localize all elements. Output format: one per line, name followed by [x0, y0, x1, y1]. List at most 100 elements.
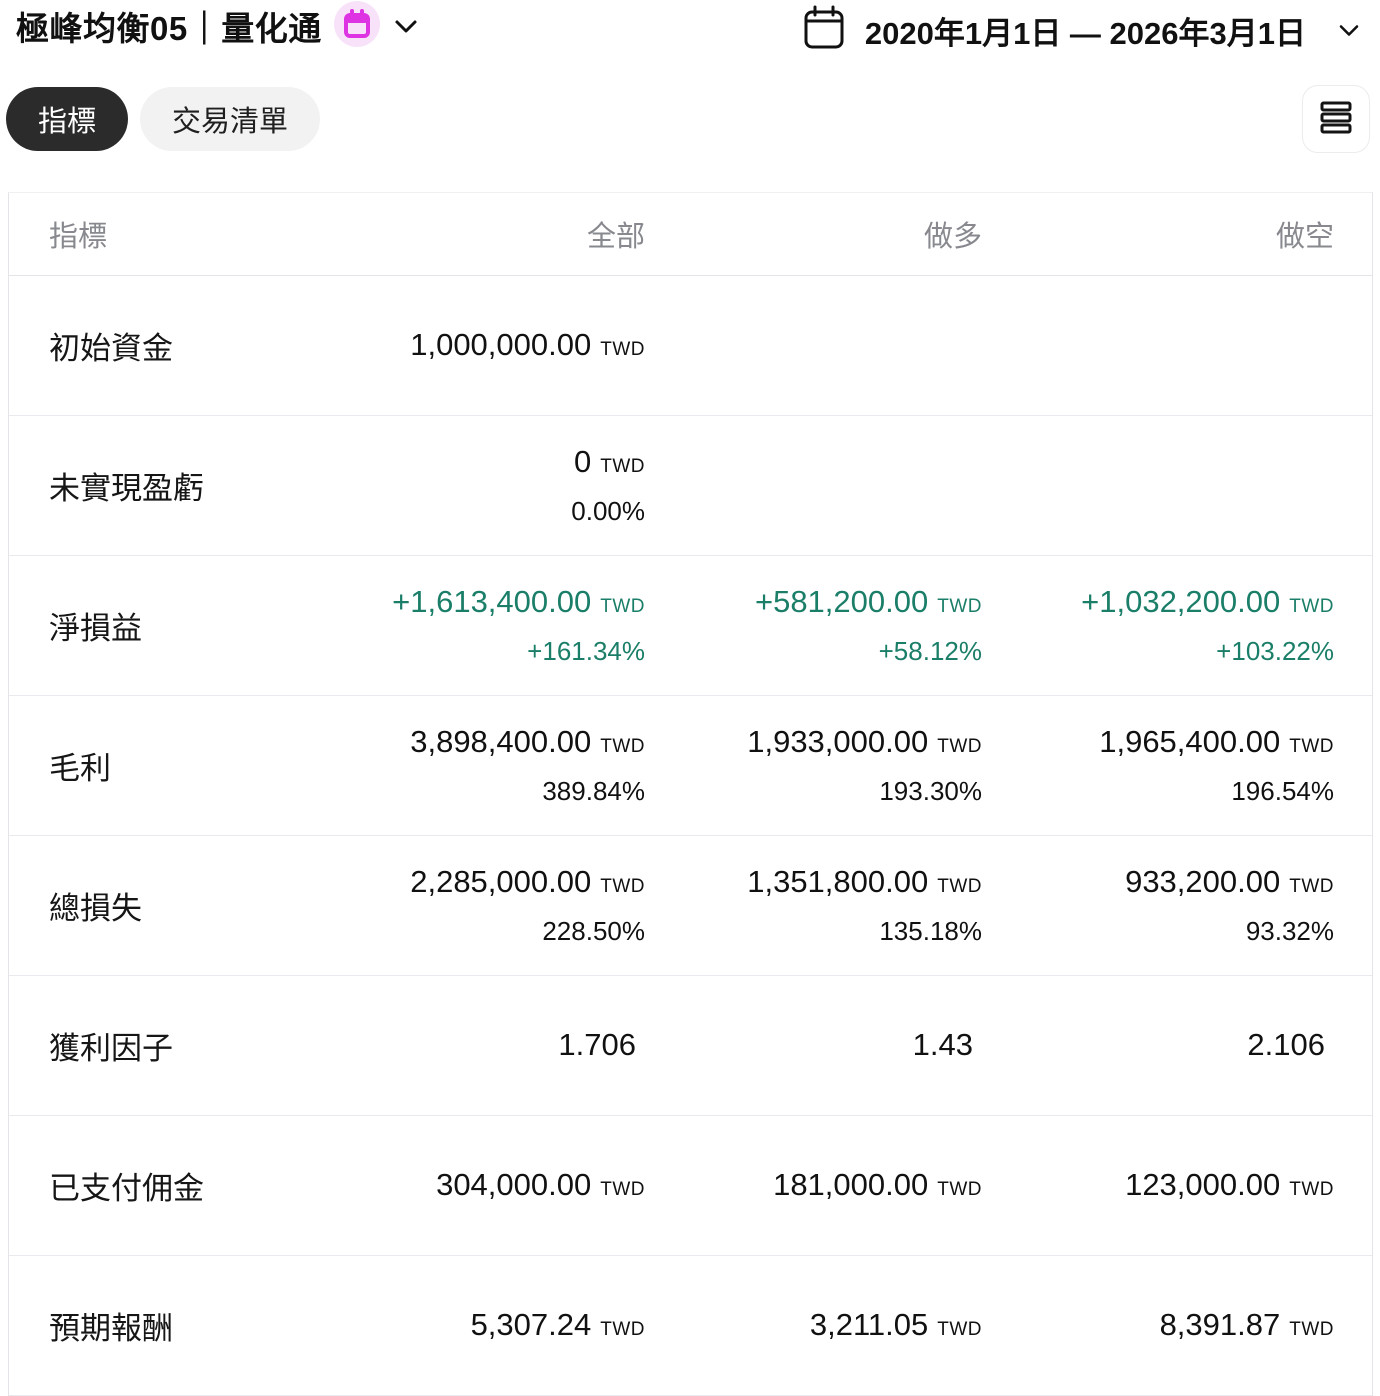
metric-value: +581,200.00	[754, 583, 929, 619]
metric-value: +1,032,200.00	[1081, 583, 1281, 619]
metric-cell-long: 181,000.00 TWD	[646, 1115, 983, 1256]
metric-unit: TWD	[937, 875, 982, 897]
column-header-metric: 指標	[9, 193, 353, 276]
metrics-table: 指標 全部 做多 做空 初始資金 1,000,000.00 TWD 未實現盈虧 0…	[8, 192, 1373, 1396]
metric-value: 181,000.00	[773, 1167, 929, 1202]
rows-list-icon	[1315, 97, 1357, 142]
metric-cell-all: 304,000.00 TWD	[353, 1115, 646, 1256]
metric-value: 1,351,800.00	[747, 863, 929, 899]
metric-value: 1,965,400.00	[1099, 723, 1281, 759]
metric-cell-all: 1,000,000.00 TWD	[353, 275, 646, 416]
metric-cell-short: +1,032,200.00 TWD +103.22%	[983, 555, 1372, 696]
tabs-row: 指標 交易清單	[6, 85, 1370, 153]
metric-value: 8,391.87	[1159, 1307, 1281, 1342]
metric-value: 2,285,000.00	[410, 863, 592, 899]
metric-cell-long	[646, 275, 983, 416]
metric-cell-short: 123,000.00 TWD	[983, 1115, 1372, 1256]
metric-unit: TWD	[600, 339, 645, 360]
metric-unit: TWD	[600, 875, 645, 897]
metric-percent: 135.18%	[879, 915, 982, 946]
metric-percent: 196.54%	[1231, 775, 1334, 806]
metric-value: 3,898,400.00	[410, 723, 592, 759]
metric-value: 1.706	[558, 1027, 636, 1062]
metric-cell-long: 3,211.05 TWD	[646, 1255, 983, 1396]
metric-percent: 389.84%	[542, 775, 645, 806]
view-toggle-button[interactable]	[1302, 85, 1370, 153]
table-row: 初始資金 1,000,000.00 TWD	[9, 275, 1372, 416]
strategy-title-group[interactable]: 極峰均衡05｜量化通	[16, 1, 418, 50]
metric-percent: 0.00%	[571, 495, 645, 526]
table-row: 淨損益 +1,613,400.00 TWD +161.34% +581,200.0…	[9, 555, 1372, 696]
tab-metrics[interactable]: 指標	[6, 87, 129, 151]
metric-unit: TWD	[1289, 875, 1334, 897]
metric-cell-long: +581,200.00 TWD +58.12%	[646, 555, 983, 696]
row-label: 預期報酬	[9, 1255, 353, 1396]
row-label: 淨損益	[9, 555, 353, 696]
row-label: 初始資金	[9, 275, 353, 416]
topbar: 極峰均衡05｜量化通 2020年1月1日 — 2026年3月1日	[0, 0, 1380, 52]
metric-value: 1,933,000.00	[747, 723, 929, 759]
table-row: 已支付佣金 304,000.00 TWD 181,000.00 TWD 123,00…	[9, 1115, 1372, 1256]
metric-value: 3,211.05	[809, 1307, 929, 1342]
metric-cell-all: 0 TWD 0.00%	[353, 415, 646, 556]
column-header-short: 做空	[983, 193, 1372, 276]
date-chevron-down-icon[interactable]	[1338, 23, 1360, 38]
metric-unit: TWD	[1289, 1319, 1334, 1340]
metric-value: 2.106	[1247, 1027, 1325, 1062]
metric-unit: TWD	[600, 1179, 645, 1200]
metric-percent: 93.32%	[1245, 915, 1334, 946]
column-header-long: 做多	[646, 193, 983, 276]
metric-percent: +161.34%	[527, 635, 645, 666]
tab-trade-list[interactable]: 交易清單	[140, 87, 321, 151]
metric-cell-long: 1.43	[646, 975, 983, 1116]
metric-unit: TWD	[937, 1179, 982, 1200]
metric-value: 933,200.00	[1125, 863, 1281, 899]
metric-value: 1,000,000.00	[410, 327, 592, 362]
metric-cell-short	[983, 275, 1372, 416]
metric-cell-short: 1,965,400.00 TWD 196.54%	[983, 695, 1372, 836]
metric-unit: TWD	[937, 735, 982, 757]
date-range-text: 2020年1月1日 — 2026年3月1日	[864, 16, 1306, 51]
metric-cell-all: 5,307.24 TWD	[353, 1255, 646, 1396]
calendar-badge-icon	[333, 1, 380, 47]
calendar-icon	[801, 4, 847, 57]
metric-value: 1.43	[912, 1027, 973, 1062]
metric-cell-short	[983, 415, 1372, 556]
metric-cell-long: 1,933,000.00 TWD 193.30%	[646, 695, 983, 836]
metric-cell-long: 1,351,800.00 TWD 135.18%	[646, 835, 983, 976]
metric-cell-short: 2.106	[983, 975, 1372, 1116]
metric-percent: 193.30%	[879, 775, 982, 806]
page-title: 極峰均衡05｜量化通	[16, 10, 322, 47]
table-row: 預期報酬 5,307.24 TWD 3,211.05 TWD 8,391.87 TWD	[9, 1255, 1372, 1396]
metric-cell-short: 933,200.00 TWD 93.32%	[983, 835, 1372, 976]
table-header-row: 指標 全部 做多 做空	[9, 193, 1372, 276]
metric-unit: TWD	[1289, 735, 1334, 757]
title-chevron-down-icon[interactable]	[394, 18, 418, 34]
table-row: 未實現盈虧 0 TWD 0.00%	[9, 415, 1372, 556]
metric-unit: TWD	[600, 1319, 645, 1340]
metric-unit: TWD	[600, 455, 645, 477]
metric-value: 5,307.24	[470, 1307, 592, 1342]
metric-value: 123,000.00	[1125, 1167, 1281, 1202]
date-range-picker[interactable]: 2020年1月1日 — 2026年3月1日	[801, 4, 1360, 57]
row-label: 已支付佣金	[9, 1115, 353, 1256]
row-label: 毛利	[9, 695, 353, 836]
table-row: 獲利因子 1.706 1.43 2.106	[9, 975, 1372, 1116]
metric-unit: TWD	[1289, 1179, 1334, 1200]
column-header-all: 全部	[353, 193, 646, 276]
metric-percent: +58.12%	[878, 635, 982, 666]
row-label: 總損失	[9, 835, 353, 976]
table-row: 毛利 3,898,400.00 TWD 389.84% 1,933,000.00 T…	[9, 695, 1372, 836]
metric-value: 0	[573, 443, 592, 479]
metric-cell-all: 2,285,000.00 TWD 228.50%	[353, 835, 646, 976]
metric-unit: TWD	[600, 735, 645, 757]
metric-value: 304,000.00	[436, 1167, 592, 1202]
row-label: 未實現盈虧	[9, 415, 353, 556]
row-label: 獲利因子	[9, 975, 353, 1116]
metric-percent: 228.50%	[542, 915, 645, 946]
metric-cell-all: +1,613,400.00 TWD +161.34%	[353, 555, 646, 696]
metric-cell-all: 3,898,400.00 TWD 389.84%	[353, 695, 646, 836]
metric-unit: TWD	[1289, 595, 1334, 617]
metric-unit: TWD	[937, 595, 982, 617]
metric-unit: TWD	[600, 595, 645, 617]
